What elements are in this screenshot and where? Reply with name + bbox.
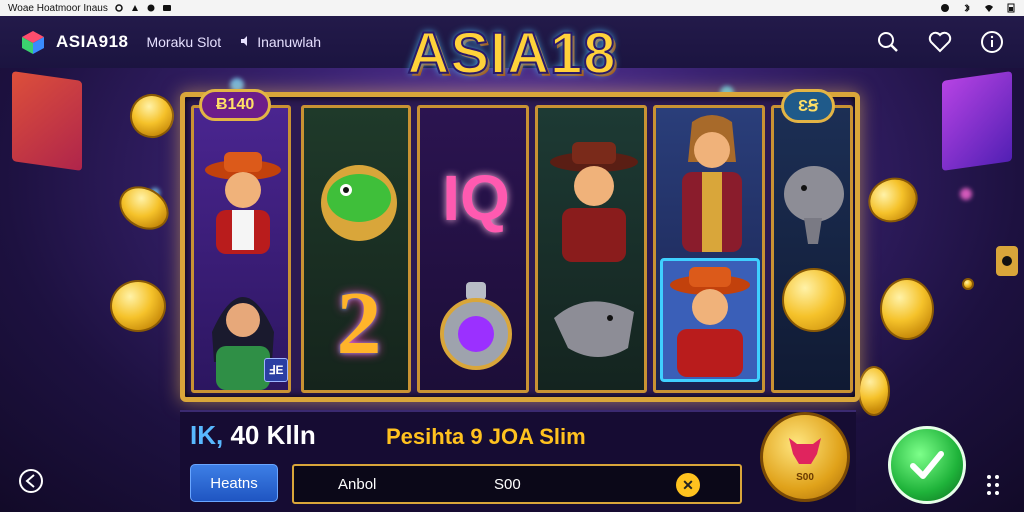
confirm-button[interactable] [888, 426, 966, 504]
cowboy-man-symbol [202, 148, 284, 258]
win-amount: IK, 40 Klln [190, 420, 316, 451]
battery-icon [1007, 3, 1015, 13]
bull-emblem-icon [789, 437, 821, 464]
slot-machine: ℲE Ƀ140 2 IQ ƐꞨ [180, 89, 860, 402]
right-badge: ƐꞨ [781, 89, 836, 123]
reel-3: IQ [417, 105, 529, 393]
win-prefix: IK, [190, 420, 224, 450]
win-value: 40 Klln [230, 420, 316, 450]
cowboy-hero-symbol [660, 258, 760, 382]
alarm-icon [131, 5, 138, 11]
wifi-icon [985, 5, 993, 12]
purple-orb-symbol [436, 278, 516, 378]
floating-coin [110, 280, 166, 332]
spin-coin-label: S00 [796, 471, 814, 483]
iq-symbol: IQ [442, 162, 510, 234]
message-icon [162, 5, 171, 11]
bottom-panel: IK, 40 Klln Pesihta 9 JOA Slim Heatns An… [180, 410, 856, 512]
floating-coin [111, 177, 177, 239]
reel-5 [653, 105, 765, 393]
settings-icon [115, 4, 123, 12]
reel-6 [771, 105, 853, 393]
close-icon[interactable]: ✕ [676, 473, 700, 497]
checkmark-icon [910, 451, 944, 479]
record-icon [147, 4, 155, 12]
gray-boar-symbol [548, 288, 640, 368]
reel-2: 2 [301, 105, 411, 393]
bluetooth-icon [964, 3, 970, 13]
reel-1: ℲE [191, 105, 291, 393]
game-title: ASIA18 [406, 20, 617, 87]
floating-coin [861, 170, 925, 230]
reel-4 [535, 105, 647, 393]
floating-coin [880, 278, 934, 340]
small-tag: ℲE [264, 358, 288, 382]
gold-coin-symbol [782, 268, 846, 332]
status-text: Woae Hoatmoor Inaus [8, 2, 108, 14]
status-bar: Woae Hoatmoor Inaus [0, 0, 1024, 16]
more-icon[interactable] [986, 474, 1000, 496]
left-badge: Ƀ140 [199, 89, 272, 121]
floating-coin [962, 278, 974, 290]
gray-tapir-symbol [778, 148, 850, 248]
sync-icon [941, 4, 949, 12]
bet-value: S00 [494, 476, 521, 493]
happy-cowboy-symbol [544, 138, 644, 268]
back-icon[interactable] [18, 468, 44, 494]
bet-bar[interactable]: Anbol S00 ✕ [292, 464, 742, 504]
promo-text: Pesihta 9 JOA Slim [386, 424, 586, 449]
stage-light [960, 188, 972, 200]
number-2-symbol: 2 [336, 273, 382, 373]
bet-label: Anbol [338, 476, 377, 493]
eye-icon [1002, 256, 1012, 266]
action-button[interactable]: Heatns [190, 464, 278, 502]
warrior-hero-symbol [662, 112, 762, 262]
side-tab-button[interactable] [996, 246, 1018, 276]
spin-coin-button[interactable]: S00 [760, 412, 850, 502]
green-dino-symbol [314, 148, 404, 248]
floating-coin [858, 366, 890, 416]
